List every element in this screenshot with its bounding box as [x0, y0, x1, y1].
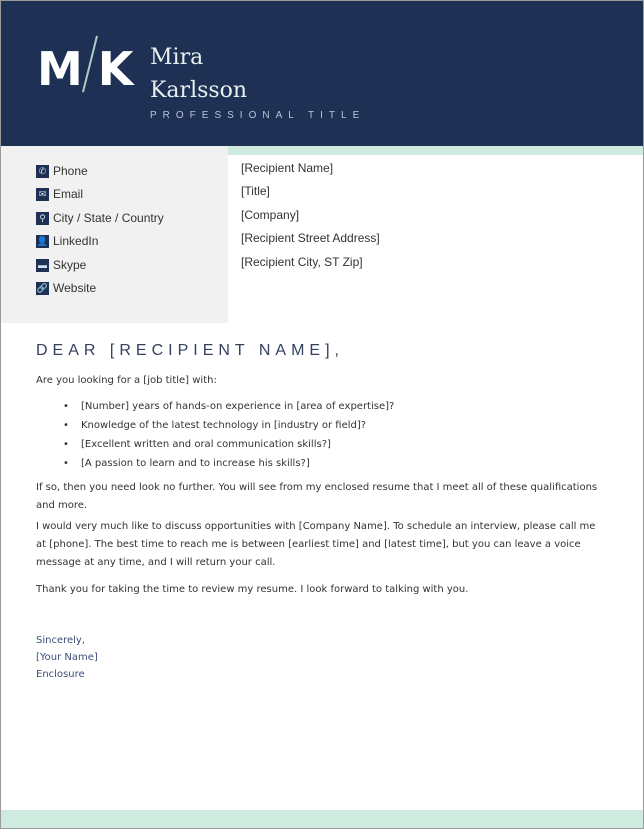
- contact-label: Website: [53, 281, 97, 295]
- signature-name: [Your Name]: [36, 652, 98, 663]
- enclosure-note: Enclosure: [36, 669, 85, 680]
- accent-bar-bottom: [1, 810, 643, 828]
- contact-linkedin: 👤 LinkedIn: [36, 233, 98, 249]
- list-item: [Number] years of hands-on experience in…: [36, 397, 394, 416]
- professional-title: PROFESSIONAL TITLE: [150, 110, 366, 121]
- header-banner: MK Mira Karlsson PROFESSIONAL TITLE: [1, 1, 643, 146]
- monogram-slash: [81, 35, 98, 93]
- monogram: MK: [37, 35, 134, 96]
- skype-icon: ▬: [36, 258, 49, 272]
- monogram-initial-last: K: [97, 42, 134, 96]
- list-item: Knowledge of the latest technology in [i…: [36, 416, 394, 435]
- contact-email: ✉ Email: [36, 186, 83, 202]
- applicant-name: Mira Karlsson: [150, 41, 247, 107]
- recipient-title: [Title]: [241, 184, 270, 198]
- email-icon: ✉: [36, 187, 49, 201]
- recipient-street: [Recipient Street Address]: [241, 231, 380, 245]
- contact-website: 🔗 Website: [36, 280, 96, 296]
- paragraph-thanks: Thank you for taking the time to review …: [36, 584, 469, 595]
- contact-label: LinkedIn: [53, 234, 99, 248]
- qualifications-list: [Number] years of hands-on experience in…: [36, 397, 394, 473]
- contact-label: Phone: [53, 164, 88, 178]
- contact-location: ⚲ City / State / Country: [36, 210, 164, 226]
- linkedin-icon: 👤: [36, 234, 49, 248]
- contact-panel: ✆ Phone ✉ Email ⚲ City / State / Country 👤 L…: [1, 146, 228, 323]
- salutation: DEAR [RECIPIENT NAME],: [36, 342, 344, 359]
- accent-bar-top: [228, 146, 643, 155]
- contact-label: Email: [53, 187, 84, 201]
- list-item: [A passion to learn and to increase his …: [36, 454, 394, 473]
- contact-skype: ▬ Skype: [36, 257, 86, 273]
- contact-label: City / State / Country: [53, 211, 164, 225]
- list-item: [Excellent written and oral communicatio…: [36, 435, 394, 454]
- recipient-city: [Recipient City, ST Zip]: [241, 255, 363, 269]
- intro-line: Are you looking for a [job title] with:: [36, 375, 217, 386]
- recipient-name: [Recipient Name]: [241, 161, 334, 175]
- sign-off: Sincerely,: [36, 635, 86, 646]
- paragraph-interview: I would very much like to discuss opport…: [36, 521, 596, 568]
- monogram-initial-first: M: [37, 42, 83, 96]
- first-name: Mira: [150, 45, 204, 70]
- recipient-company: [Company]: [241, 208, 300, 222]
- phone-icon: ✆: [36, 164, 49, 178]
- website-icon: 🔗: [36, 281, 49, 295]
- contact-label: Skype: [53, 258, 87, 272]
- location-icon: ⚲: [36, 211, 49, 225]
- contact-phone: ✆ Phone: [36, 163, 88, 179]
- paragraph-qualifications: If so, then you need look no further. Yo…: [36, 482, 598, 511]
- document-page: MK Mira Karlsson PROFESSIONAL TITLE ✆ Pho…: [0, 0, 644, 829]
- last-name: Karlsson: [150, 78, 248, 103]
